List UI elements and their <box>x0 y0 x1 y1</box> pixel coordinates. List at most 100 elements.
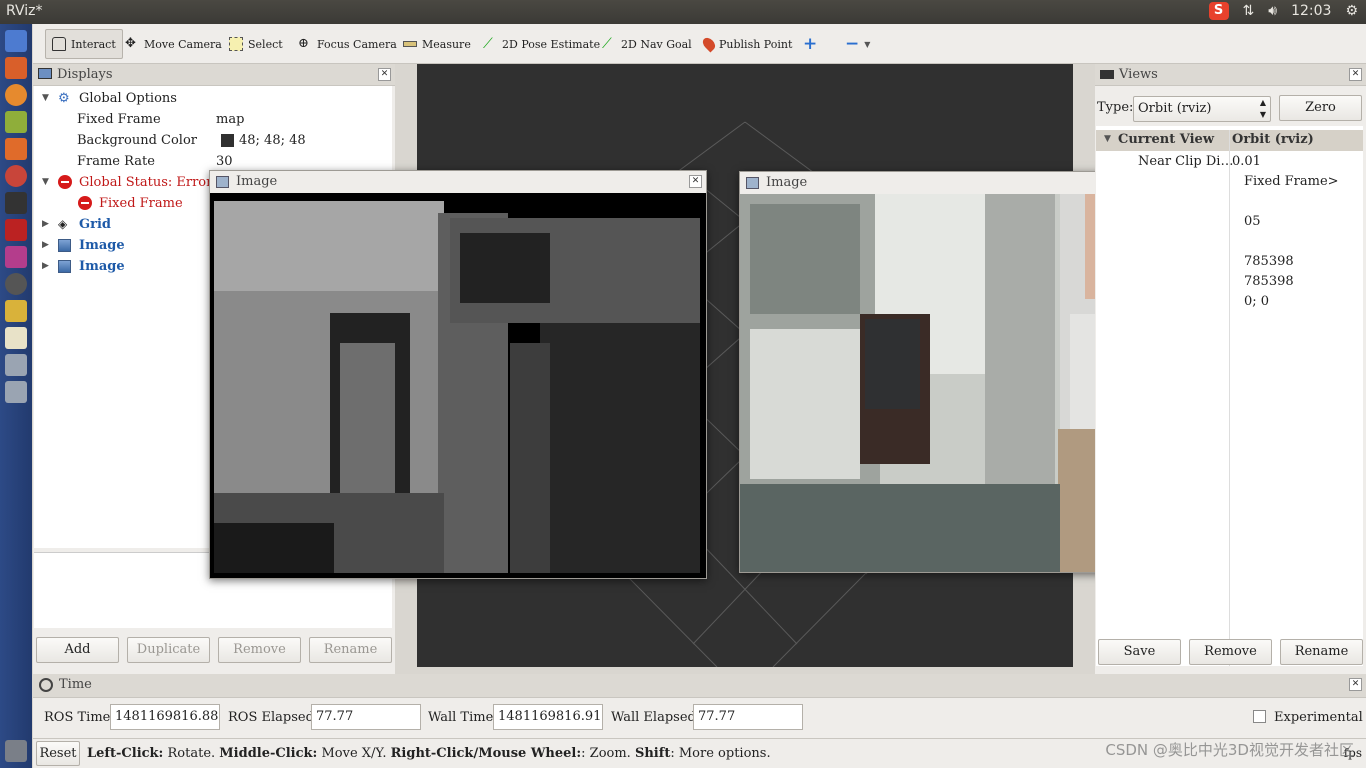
views-panel: Views ✕ Type: Orbit (rviz) ▲ ▼ Zero ▼ Cur… <box>1095 64 1366 674</box>
terminal-icon[interactable] <box>5 192 27 214</box>
move-icon: ✥ <box>125 36 136 51</box>
displays-header: Displays ✕ <box>33 64 395 86</box>
rviz-launcher-icon-2[interactable] <box>5 381 27 403</box>
settings-gear-icon[interactable]: ⚙ <box>1345 3 1358 19</box>
files-icon[interactable] <box>5 57 27 79</box>
time-header: Time ✕ <box>33 674 1366 698</box>
focus-camera-tool[interactable]: ⊕ Focus Camera <box>292 29 403 59</box>
rename-button[interactable]: Rename <box>309 637 392 663</box>
image-icon <box>58 239 71 252</box>
image-viewer-icon[interactable] <box>5 300 27 322</box>
remove-tool-button[interactable]: − ▼ <box>839 29 876 59</box>
rviz-launcher-icon[interactable] <box>5 354 27 376</box>
add-tool-button[interactable]: + <box>797 29 823 59</box>
tool-label: 2D Nav Goal <box>621 37 692 51</box>
monitor-icon <box>38 68 52 79</box>
tree-label: Global Status: Error <box>79 175 213 190</box>
ros-time-field[interactable]: 1481169816.88 <box>110 704 220 730</box>
publish-point-tool[interactable]: Publish Point <box>698 29 798 59</box>
ros-time-label: ROS Time: <box>44 710 115 725</box>
pose-estimate-tool[interactable]: ⟋ 2D Pose Estimate <box>477 29 606 59</box>
yaw-value[interactable]: 785398 <box>1244 254 1294 269</box>
compass-icon[interactable] <box>5 273 27 295</box>
csdn-watermark: CSDN @奥比中光3D视觉开发者社区 <box>1105 741 1354 759</box>
time-title: Time <box>59 677 92 692</box>
target-frame-value[interactable]: Fixed Frame> <box>1244 174 1339 189</box>
firefox-icon[interactable] <box>5 84 27 106</box>
tree-label: Global Options <box>79 91 177 106</box>
distance-value[interactable]: 05 <box>1244 214 1261 229</box>
app-icon[interactable] <box>5 246 27 268</box>
measure-tool[interactable]: Measure <box>397 29 477 59</box>
network-icon[interactable]: ⇅ <box>1243 3 1255 19</box>
close-icon[interactable]: ✕ <box>1349 678 1362 691</box>
close-icon[interactable]: ✕ <box>1349 68 1362 81</box>
plus-icon: + <box>803 34 818 54</box>
experimental-label: Experimental <box>1274 710 1363 725</box>
zero-button[interactable]: Zero <box>1279 95 1362 121</box>
close-icon[interactable]: ✕ <box>689 175 702 188</box>
terminal-red-icon[interactable] <box>5 219 27 241</box>
expand-arrow-icon[interactable]: ▼ <box>42 172 49 193</box>
property-value[interactable]: map <box>216 109 244 130</box>
add-button[interactable]: Add <box>36 637 119 663</box>
image-window-header[interactable]: Image ✕ <box>210 171 706 193</box>
expand-arrow-icon[interactable]: ▼ <box>42 88 49 109</box>
interact-tool[interactable]: Interact <box>45 29 123 59</box>
remove-button[interactable]: Remove <box>218 637 301 663</box>
volume-icon[interactable]: 🔊︎ <box>1268 3 1277 19</box>
close-icon[interactable]: ✕ <box>378 68 391 81</box>
property-value[interactable]: 30 <box>216 151 233 172</box>
clock-icon <box>39 678 53 692</box>
expand-arrow-icon[interactable]: ▼ <box>1104 134 1111 144</box>
collapse-arrow-icon[interactable]: ▶ <box>42 256 49 277</box>
collapse-arrow-icon[interactable]: ▶ <box>42 214 49 235</box>
move-camera-tool[interactable]: ✥ Move Camera <box>119 29 228 59</box>
trash-icon[interactable] <box>5 740 27 762</box>
experimental-checkbox[interactable] <box>1253 710 1266 723</box>
wall-elapsed-field[interactable]: 77.77 <box>693 704 803 730</box>
text-editor-icon[interactable] <box>5 327 27 349</box>
depth-image-window[interactable]: Image ✕ <box>209 170 707 579</box>
system-settings-icon[interactable] <box>5 165 27 187</box>
tree-row-frame-rate[interactable]: Frame Rate 30 <box>34 151 392 172</box>
green-arrow-icon: ⟋ <box>483 36 493 52</box>
focal-point-value[interactable]: 0; 0 <box>1244 294 1269 309</box>
remove-view-button[interactable]: Remove <box>1189 639 1272 665</box>
color-swatch[interactable] <box>221 134 234 147</box>
property-value[interactable]: 48; 48; 48 <box>239 130 306 151</box>
ros-elapsed-field[interactable]: 77.77 <box>311 704 421 730</box>
dash-icon[interactable] <box>5 30 27 52</box>
image-icon <box>746 177 759 189</box>
hint-text: Move X/Y. <box>321 746 387 761</box>
views-header: Views ✕ <box>1095 64 1366 86</box>
image-icon <box>58 260 71 273</box>
error-icon <box>78 196 92 210</box>
property-label: Fixed Frame <box>77 112 161 127</box>
software-center-icon[interactable] <box>5 138 27 160</box>
collapse-arrow-icon[interactable]: ▶ <box>42 235 49 256</box>
view-type-select[interactable]: Orbit (rviz) ▲ ▼ <box>1133 96 1271 122</box>
wall-time-field[interactable]: 1481169816.91 <box>493 704 603 730</box>
tree-row-background-color[interactable]: Background Color 48; 48; 48 <box>34 130 392 151</box>
column-divider <box>1229 130 1230 666</box>
select-tool[interactable]: Select <box>223 29 289 59</box>
libreoffice-icon[interactable] <box>5 111 27 133</box>
tree-row-fixed-frame[interactable]: Fixed Frame map <box>34 109 392 130</box>
clock[interactable]: 12:03 <box>1291 3 1331 19</box>
near-clip-value[interactable]: 0.01 <box>1232 154 1261 169</box>
focus-icon: ⊕ <box>298 36 309 51</box>
duplicate-button[interactable]: Duplicate <box>127 637 210 663</box>
error-icon <box>58 175 72 189</box>
hint-key: Left-Click: <box>87 746 164 761</box>
nav-goal-tool[interactable]: ⟋ 2D Nav Goal <box>596 29 698 59</box>
input-method-icon[interactable]: S <box>1208 2 1229 20</box>
reset-button[interactable]: Reset <box>36 741 80 766</box>
save-view-button[interactable]: Save <box>1098 639 1181 665</box>
tree-row-global-options[interactable]: ▼ ⚙ Global Options <box>34 88 392 109</box>
time-panel: Time ✕ ROS Time: 1481169816.88 ROS Elaps… <box>33 674 1366 738</box>
displays-title: Displays <box>57 67 113 82</box>
rename-view-button[interactable]: Rename <box>1280 639 1363 665</box>
pitch-value[interactable]: 785398 <box>1244 274 1294 289</box>
system-top-bar: RViz* S ⇅ 🔊︎ 12:03 ⚙ <box>0 0 1366 24</box>
